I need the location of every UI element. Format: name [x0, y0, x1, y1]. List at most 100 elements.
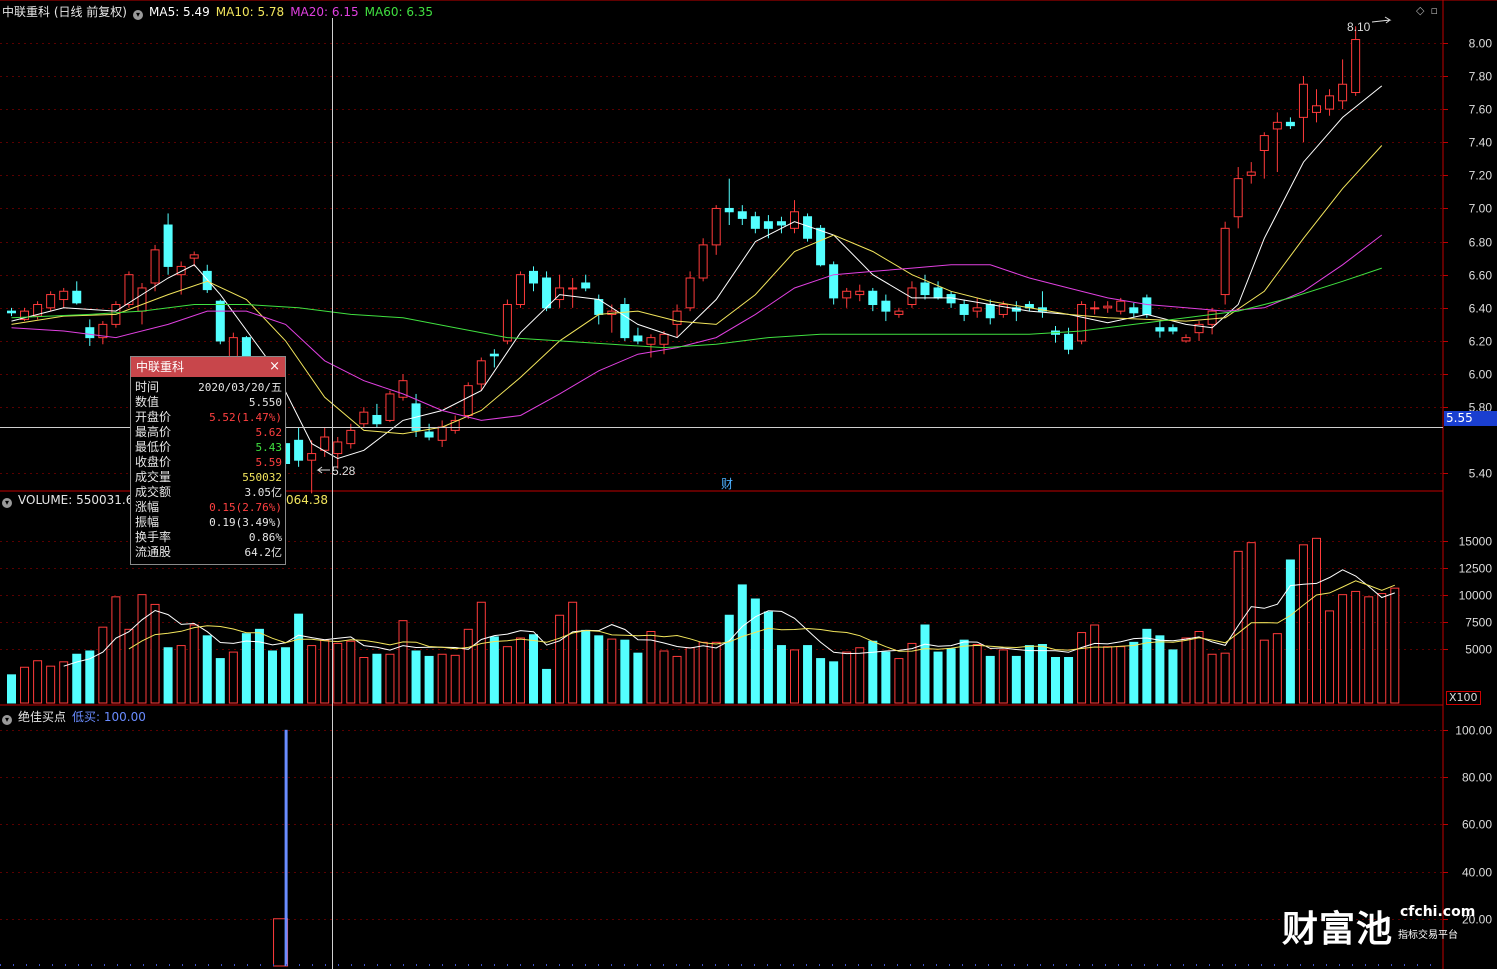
window-icon[interactable]: ▫ [1430, 4, 1437, 17]
volume-bar [359, 657, 369, 704]
ma5-legend: MA5: 5.49 [149, 5, 210, 19]
watermark-logo: 财富池 cfchi.com 指标交易平台 [1282, 900, 1475, 952]
ma60-legend: MA60: 6.35 [364, 5, 434, 19]
y-tick-label: 7.60 [1469, 103, 1493, 117]
ma20-legend: MA20: 6.15 [290, 5, 359, 19]
tooltip-label: 数值 [135, 395, 160, 409]
volume-bar [254, 628, 264, 704]
candle-body [294, 439, 304, 461]
volume-bar [737, 584, 747, 704]
candle-body [1325, 95, 1335, 110]
candle-body [985, 304, 995, 319]
candle-body [633, 335, 643, 342]
volume-bar [320, 639, 330, 704]
diamond-icon[interactable]: ◇ [1416, 4, 1424, 17]
volume-bar [1129, 641, 1139, 704]
volume-bar [633, 652, 643, 704]
tooltip-rows: 时间 2020/03/20/五 数值 5.550 开盘价 5.52(1.47%) 最高价 5.… [131, 377, 285, 560]
volume-bar [972, 644, 982, 704]
volume-bar [463, 628, 473, 704]
dropdown-circle-icon[interactable]: ▾ [2, 498, 12, 508]
volume-bar [933, 651, 943, 704]
tooltip-value: 2020/03/20/五 [198, 381, 282, 394]
y-tick-label: 6.60 [1469, 269, 1493, 283]
tooltip-row: 成交量 550032 [131, 470, 285, 485]
finance-marker[interactable]: 财 [721, 477, 733, 491]
indicator-pane[interactable] [0, 729, 1443, 967]
volume-bar [202, 635, 212, 704]
y-tick-label: 6.00 [1469, 368, 1493, 382]
tooltip-value: 5.62 [255, 426, 283, 439]
tooltip-value: 5.52(1.47%) [209, 411, 282, 424]
candle-body [150, 249, 160, 284]
candle-body [176, 265, 186, 276]
candle-body [1338, 83, 1348, 102]
candle-body [672, 310, 682, 325]
candle-body [920, 282, 930, 296]
volume-bar [542, 668, 552, 704]
volume-bar [1325, 610, 1335, 704]
tooltip-row: 成交额 3.05亿 [131, 485, 285, 500]
volume-bar [1011, 655, 1021, 704]
volume-bar [803, 645, 813, 704]
volume-bar [529, 634, 538, 704]
tooltip-label: 成交额 [135, 485, 172, 499]
candle-body [333, 441, 343, 455]
volume-bar [816, 658, 826, 704]
volume-bar [1155, 635, 1165, 704]
volume-bar [685, 647, 695, 704]
candle-body [1103, 305, 1113, 309]
tooltip-value: 5.43 [255, 441, 283, 454]
candle-body [959, 304, 969, 315]
candle-body [137, 287, 147, 312]
candle-body [7, 310, 16, 314]
tooltip-value: 5.550 [248, 396, 282, 409]
candle-body [894, 310, 904, 315]
volume-bar [515, 637, 525, 704]
volume-bar [268, 650, 277, 704]
volume-bar [411, 650, 421, 704]
candle-body [1168, 327, 1178, 332]
volume-bar [241, 633, 251, 704]
volume-bar [20, 666, 30, 704]
volume-bar [1181, 637, 1191, 704]
tooltip-label: 最高价 [135, 425, 172, 439]
price-header: 中联重科 (日线 前复权) ▾ MA5: 5.49 MA10: 5.78 MA20: 6… [2, 3, 439, 20]
volume-bar [946, 648, 956, 704]
volume-bar [1259, 639, 1269, 704]
volume-bar [881, 651, 891, 704]
volume-bar [568, 601, 578, 704]
candle-body [842, 290, 852, 299]
volume-bar [1077, 632, 1087, 704]
candle-body [463, 385, 473, 416]
candle-body [489, 353, 499, 357]
dropdown-circle-icon[interactable]: ▾ [133, 10, 143, 20]
volume-bar [228, 651, 238, 704]
candle-body [724, 207, 734, 213]
candle-body [750, 216, 760, 229]
volume-legend-tail: 064.38 [286, 493, 328, 507]
candle-body [685, 277, 695, 309]
volume-bar [920, 624, 930, 704]
volume-bar [346, 640, 356, 704]
volume-bar [1103, 646, 1113, 704]
low-arrow [316, 466, 330, 474]
data-tooltip[interactable]: 中联重科 × 时间 2020/03/20/五 数值 5.550 开盘价 5.52(1.47… [130, 356, 286, 565]
y-tick-label: 5000 [1465, 643, 1492, 657]
volume-bar [959, 639, 969, 704]
volume-bar [907, 642, 917, 704]
volume-bar [46, 665, 56, 704]
volume-bar [1051, 657, 1060, 704]
tooltip-title: 中联重科 [136, 360, 185, 374]
candle-body [1207, 310, 1217, 325]
tooltip-label: 时间 [135, 380, 160, 394]
volume-ma-line [128, 580, 1395, 652]
dropdown-circle-icon[interactable]: ▾ [2, 715, 12, 725]
stock-title[interactable]: 中联重科 (日线 前复权) [2, 5, 127, 19]
volume-bar [763, 611, 773, 704]
volume-bar [1233, 550, 1243, 704]
volume-bar [215, 658, 225, 704]
close-icon[interactable]: × [269, 357, 280, 377]
volume-bar [307, 645, 317, 704]
high-annotation: 8.10 [1347, 20, 1371, 34]
